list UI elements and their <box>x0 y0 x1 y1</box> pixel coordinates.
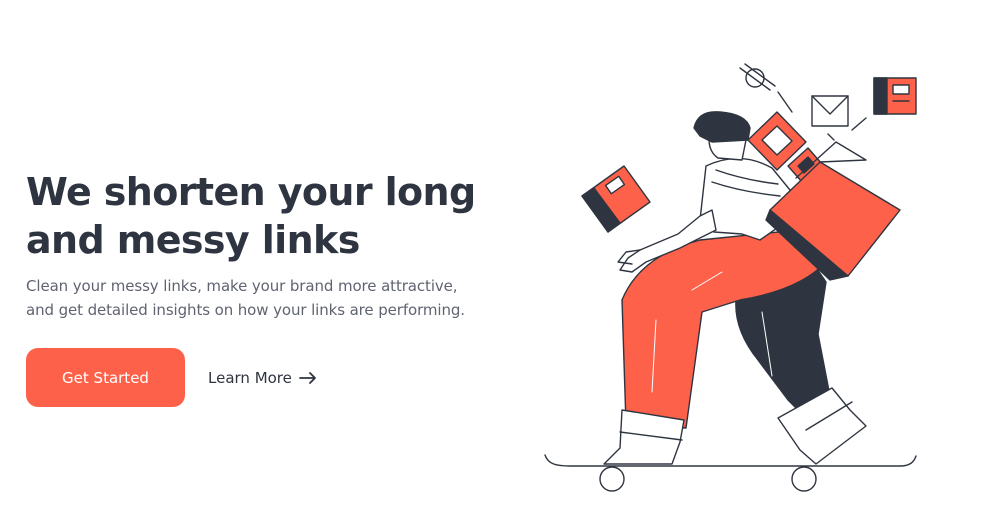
skateboarder-illustration <box>544 63 917 492</box>
get-started-button[interactable]: Get Started <box>26 348 185 407</box>
envelope-icon <box>811 95 867 141</box>
learn-more-button[interactable]: Learn More <box>208 369 317 387</box>
document-icon-left <box>581 165 651 233</box>
head <box>693 111 751 161</box>
document-icon-right <box>873 77 917 115</box>
hero-subtext-line1: Clean your messy links, make your brand … <box>26 277 458 295</box>
learn-more-label: Learn More <box>208 368 292 387</box>
landing-page: We shorten your long and messy links Cle… <box>0 0 1007 531</box>
hero-actions: Get Started Learn More <box>26 348 317 407</box>
front-shoe <box>603 409 685 465</box>
hero-text: We shorten your long and messy links Cle… <box>26 168 526 322</box>
hero-subtext: Clean your messy links, make your brand … <box>26 274 526 322</box>
dollar-icon <box>739 63 793 113</box>
hero-headline-line2: and messy links <box>26 218 360 262</box>
hero-subtext-line2: and get detailed insights on how your li… <box>26 301 465 319</box>
hero-headline: We shorten your long and messy links <box>26 168 526 264</box>
arrow-right-icon <box>298 371 316 384</box>
hero-headline-line1: We shorten your long <box>26 170 476 214</box>
skateboard <box>544 454 917 492</box>
